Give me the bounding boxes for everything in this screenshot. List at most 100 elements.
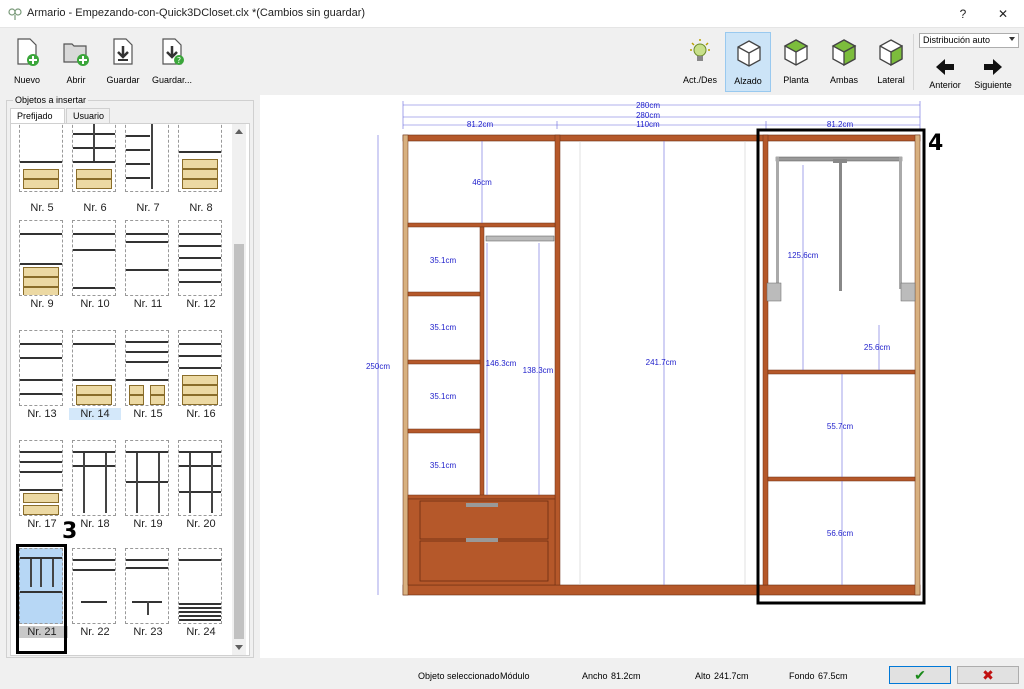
close-button[interactable]: ✕	[988, 4, 1018, 24]
arrow-left-icon	[936, 59, 954, 75]
item-thumbnail	[125, 440, 169, 516]
scroll-up-icon[interactable]	[235, 129, 243, 134]
distribution-select[interactable]: Distribución auto	[919, 33, 1019, 48]
palette-item[interactable]: Nr. 19	[124, 440, 174, 550]
design-canvas[interactable]: 280cm 280cm 110cm 81.2cm 81.2cm 250cm 46…	[260, 95, 1024, 658]
toggle-button[interactable]: Act./Des	[677, 32, 723, 92]
palette-item[interactable]: Nr. 16	[177, 330, 227, 440]
dim-height: 250cm	[366, 362, 390, 371]
elevation-button[interactable]: Alzado	[725, 32, 771, 92]
divider-right	[762, 134, 769, 586]
palette-item[interactable]: Nr. 11	[124, 220, 174, 330]
side-label: Lateral	[877, 75, 905, 85]
next-label: Siguiente	[974, 80, 1012, 90]
palette-item[interactable]: Nr. 14	[69, 330, 121, 440]
scroll-thumb[interactable]	[234, 244, 244, 639]
width-value: 81.2cm	[611, 671, 641, 681]
dim-cube-3: 35.1cm	[430, 392, 457, 401]
objects-legend: Objetos a insertar	[13, 95, 89, 105]
tab-predefined[interactable]: Prefijado	[10, 108, 65, 124]
dim-right-top: 125.6cm	[788, 251, 819, 260]
palette-item[interactable]: Nr. 17	[18, 440, 68, 550]
item-label: Nr. 5	[30, 202, 54, 214]
tab-user[interactable]: Usuario	[66, 108, 110, 123]
item-label: Nr. 6	[83, 202, 107, 214]
cross-icon: ✖	[982, 667, 994, 683]
item-thumbnail	[125, 548, 169, 624]
item-thumbnail	[125, 124, 169, 192]
toolbar: Nuevo Abrir Guardar ? Guardar... Act./De…	[0, 28, 1024, 94]
status-bar: Objeto seleccionado Módulo Ancho 81.2cm …	[0, 662, 1024, 689]
lightbulb-icon	[690, 39, 710, 61]
palette-item[interactable]: Nr. 23	[124, 548, 174, 655]
item-label: Nr. 20	[186, 518, 216, 530]
dim-right-bot: 56.6cm	[827, 529, 854, 538]
item-label: Nr. 15	[133, 408, 163, 420]
item-thumbnail	[178, 124, 222, 192]
palette-item[interactable]: Nr. 9	[18, 220, 68, 330]
depth-value: 67.5cm	[818, 671, 848, 681]
new-file-icon	[17, 38, 39, 66]
save-button[interactable]: Guardar	[100, 32, 146, 92]
new-button[interactable]: Nuevo	[4, 32, 50, 92]
dim-total-width: 280cm	[636, 101, 660, 110]
divider-left	[554, 134, 561, 586]
cancel-button[interactable]: ✖	[957, 666, 1019, 684]
check-icon: ✔	[914, 667, 926, 683]
item-label: Nr. 10	[80, 298, 110, 310]
right-side	[914, 134, 921, 596]
dim-total-width-2: 280cm	[636, 111, 660, 120]
scroll-down-icon[interactable]	[235, 645, 243, 650]
side-button[interactable]: Lateral	[868, 32, 914, 92]
title-bar: Armario - Empezando-con-Quick3DCloset.cl…	[0, 0, 1024, 28]
toolbar-separator	[913, 34, 914, 90]
both-button[interactable]: Ambas	[821, 32, 867, 92]
palette-item[interactable]: Nr. 24	[177, 548, 227, 655]
palette-item[interactable]: Nr. 10	[71, 220, 121, 330]
marker-3: 3	[62, 519, 78, 544]
next-button[interactable]: Siguiente	[970, 54, 1016, 92]
item-thumbnail	[19, 124, 63, 192]
svg-text:?: ?	[177, 56, 181, 65]
open-button[interactable]: Abrir	[53, 32, 99, 92]
palette-item[interactable]: Nr. 12	[177, 220, 227, 330]
left-side	[402, 134, 409, 596]
palette-item[interactable]: Nr. 13	[18, 330, 68, 440]
item-label: Nr. 19	[133, 518, 163, 530]
item-thumbnail	[178, 440, 222, 516]
save-as-button[interactable]: ? Guardar...	[149, 32, 195, 92]
previous-button[interactable]: Anterior	[922, 54, 968, 92]
item-label: Nr. 23	[133, 626, 163, 638]
item-label: Nr. 11	[133, 298, 163, 310]
item-thumbnail	[72, 124, 116, 192]
dim-left-width: 81.2cm	[467, 120, 494, 129]
ok-button[interactable]: ✔	[889, 666, 951, 684]
cube-both-icon	[831, 39, 857, 67]
app-icon	[8, 8, 22, 20]
palette-item[interactable]: Nr. 22	[71, 548, 121, 655]
item-thumbnail	[178, 220, 222, 296]
item-label: Nr. 8	[189, 202, 213, 214]
save-icon	[113, 38, 133, 65]
cube-side-icon	[879, 39, 903, 67]
item-thumbnail	[125, 330, 169, 406]
save-as-label: Guardar...	[151, 75, 193, 85]
palette-item[interactable]: Nr. 18	[71, 440, 121, 550]
palette-scrollbar[interactable]	[232, 124, 246, 655]
dim-middle-height: 241.7cm	[646, 358, 677, 367]
palette-item[interactable]: Nr. 15	[124, 330, 174, 440]
item-label: Nr. 16	[186, 408, 216, 420]
arrow-right-icon	[984, 59, 1002, 75]
item-label: Nr. 22	[80, 626, 110, 638]
item-label: Nr. 17	[27, 518, 57, 530]
item-thumbnail	[19, 440, 63, 516]
dim-right-width: 81.2cm	[827, 120, 854, 129]
window-title: Armario - Empezando-con-Quick3DCloset.cl…	[27, 7, 366, 19]
help-button[interactable]: ?	[948, 4, 978, 24]
wardrobe-elevation[interactable]: 280cm 280cm 110cm 81.2cm 81.2cm 250cm 46…	[260, 95, 1024, 658]
item-thumbnail	[72, 220, 116, 296]
palette-item[interactable]: Nr. 20	[177, 440, 227, 550]
dim-left-top: 46cm	[472, 178, 492, 187]
marker-4: 4	[928, 131, 944, 156]
plan-button[interactable]: Planta	[773, 32, 819, 92]
